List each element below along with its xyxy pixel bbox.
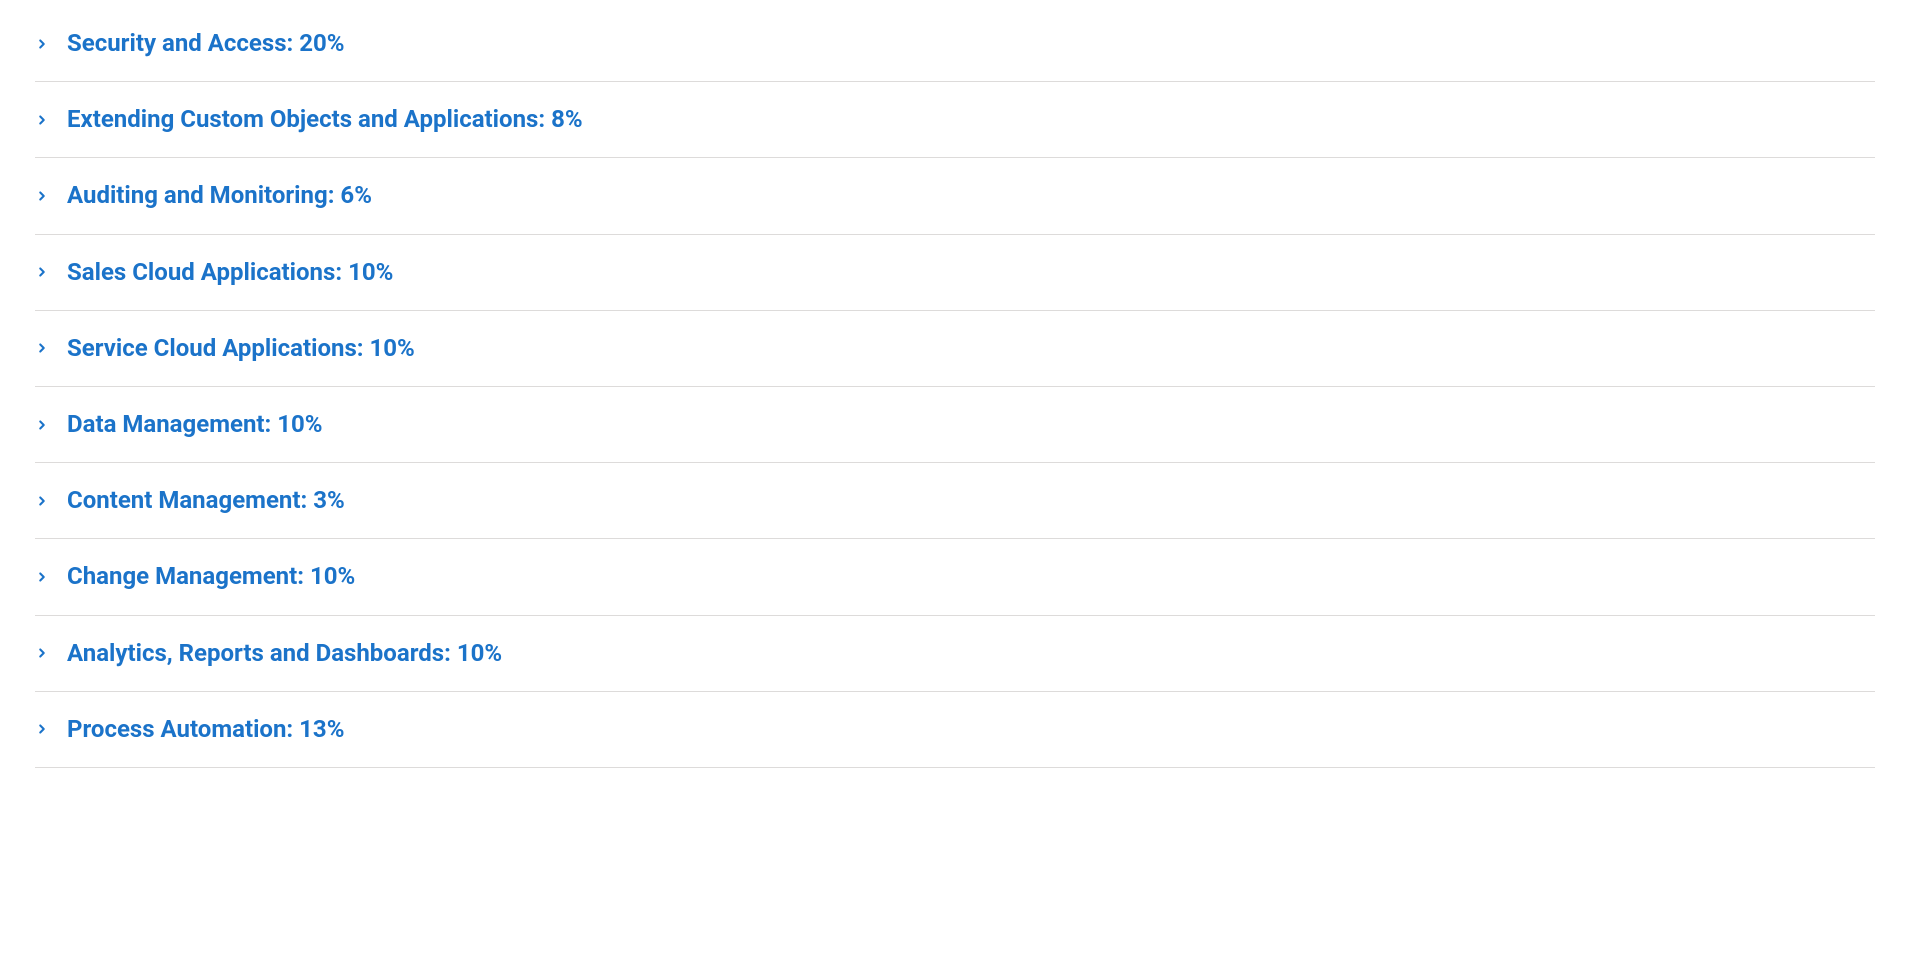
accordion-item-label: Data Management: 10% — [67, 409, 323, 440]
chevron-right-icon — [35, 37, 49, 51]
accordion-list: Security and Access: 20% Extending Custo… — [35, 20, 1875, 768]
accordion-item-security-and-access[interactable]: Security and Access: 20% — [35, 20, 1875, 82]
chevron-right-icon — [35, 570, 49, 584]
chevron-right-icon — [35, 113, 49, 127]
accordion-item-change-management[interactable]: Change Management: 10% — [35, 539, 1875, 615]
chevron-right-icon — [35, 189, 49, 203]
accordion-item-label: Change Management: 10% — [67, 561, 355, 592]
accordion-item-auditing-and-monitoring[interactable]: Auditing and Monitoring: 6% — [35, 158, 1875, 234]
accordion-item-extending-custom-objects[interactable]: Extending Custom Objects and Application… — [35, 82, 1875, 158]
accordion-item-label: Sales Cloud Applications: 10% — [67, 257, 393, 288]
accordion-item-label: Auditing and Monitoring: 6% — [67, 180, 372, 211]
chevron-right-icon — [35, 418, 49, 432]
accordion-item-sales-cloud-applications[interactable]: Sales Cloud Applications: 10% — [35, 235, 1875, 311]
accordion-item-label: Security and Access: 20% — [67, 28, 345, 59]
accordion-item-label: Process Automation: 13% — [67, 714, 344, 745]
accordion-item-label: Content Management: 3% — [67, 485, 345, 516]
accordion-item-label: Extending Custom Objects and Application… — [67, 104, 583, 135]
accordion-item-content-management[interactable]: Content Management: 3% — [35, 463, 1875, 539]
accordion-item-service-cloud-applications[interactable]: Service Cloud Applications: 10% — [35, 311, 1875, 387]
chevron-right-icon — [35, 646, 49, 660]
chevron-right-icon — [35, 494, 49, 508]
accordion-item-analytics-reports-dashboards[interactable]: Analytics, Reports and Dashboards: 10% — [35, 616, 1875, 692]
chevron-right-icon — [35, 265, 49, 279]
accordion-item-process-automation[interactable]: Process Automation: 13% — [35, 692, 1875, 768]
accordion-item-label: Service Cloud Applications: 10% — [67, 333, 415, 364]
accordion-item-data-management[interactable]: Data Management: 10% — [35, 387, 1875, 463]
accordion-item-label: Analytics, Reports and Dashboards: 10% — [67, 638, 502, 669]
chevron-right-icon — [35, 722, 49, 736]
chevron-right-icon — [35, 341, 49, 355]
